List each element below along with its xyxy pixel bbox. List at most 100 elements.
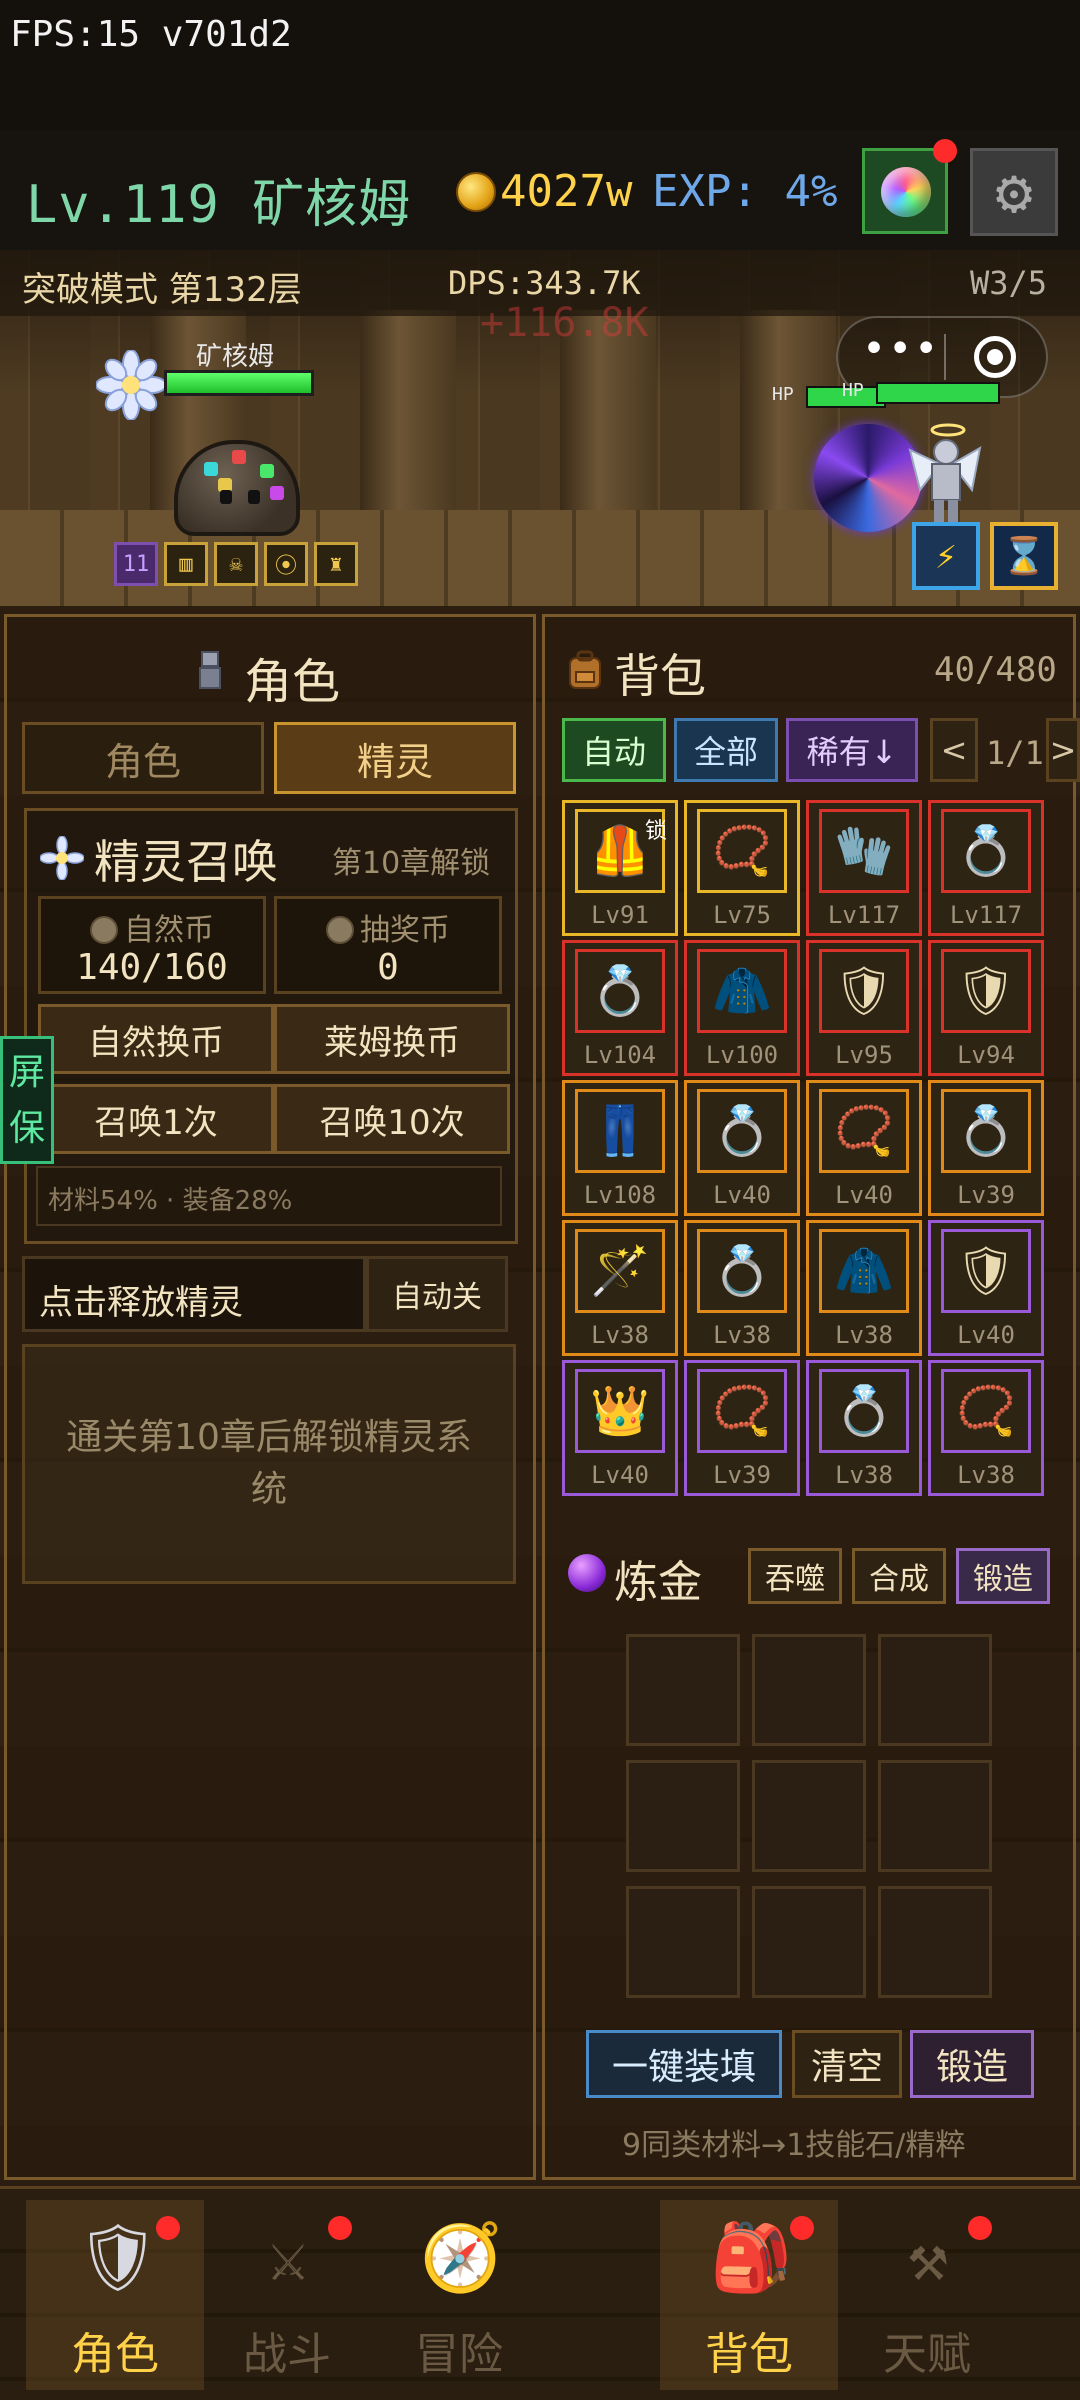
speed-boost-button[interactable]: ⚡ [912, 522, 980, 590]
inventory-item[interactable]: 🛡 Lv95 [806, 940, 922, 1076]
auto-toggle-button[interactable]: 自动关 [366, 1256, 508, 1332]
more-menu-icon[interactable]: ••• [862, 326, 940, 372]
wave-label: W3/5 [970, 264, 1048, 302]
ring-icon: 💍 [956, 1103, 1016, 1159]
tab-spirit[interactable]: 精灵 [274, 722, 516, 794]
inventory-item[interactable]: 💍 Lv38 [684, 1220, 800, 1356]
alchemy-slot[interactable] [878, 1886, 992, 1998]
inventory-item[interactable]: 📿 Lv39 [684, 1360, 800, 1496]
item-level: Lv40 [835, 1181, 893, 1209]
inventory-item[interactable]: 🪄 Lv38 [562, 1220, 678, 1356]
inventory-item[interactable]: 💍 Lv104 [562, 940, 678, 1076]
inventory-item[interactable]: 🧥 Lv100 [684, 940, 800, 1076]
enemy-hp-label: HP [842, 380, 864, 401]
cape-icon: 🧥 [834, 1243, 894, 1299]
item-frame: 📿 [941, 1369, 1031, 1453]
gear-icon: ⚙ [995, 155, 1033, 228]
inventory-item[interactable]: 💍 Lv39 [928, 1080, 1044, 1216]
ring-icon: 💍 [712, 1243, 772, 1299]
prev-page-button[interactable]: < [930, 718, 978, 782]
nav-item-bag[interactable]: 🎒 背包 [660, 2200, 838, 2390]
spirit-summon-title: 精灵召唤 [94, 835, 278, 889]
inventory-item[interactable]: 📿 Lv40 [806, 1080, 922, 1216]
settings-button[interactable]: ⚙ [970, 148, 1058, 236]
nature-coin-box: 自然币 140/160 [38, 896, 266, 994]
item-level: Lv108 [583, 1181, 657, 1209]
nav-item-adventure[interactable]: 🧭 冒险 [370, 2200, 548, 2390]
sort-rarity-button[interactable]: 稀有↓ [786, 718, 918, 782]
alchemy-slot[interactable] [752, 1760, 866, 1872]
clear-button[interactable]: 清空 [792, 2030, 902, 2098]
backpack-small-icon [569, 650, 601, 689]
inventory-item[interactable]: 🛡 Lv40 [928, 1220, 1044, 1356]
inventory-item[interactable]: 💍 Lv40 [684, 1080, 800, 1216]
filter-all-button[interactable]: 全部 [674, 718, 778, 782]
alchemy-slot[interactable] [626, 1760, 740, 1872]
auto-idle-button[interactable]: ⌛ [990, 522, 1058, 590]
item-frame: 📿 [697, 809, 787, 893]
item-frame: 💍 [697, 1089, 787, 1173]
combine-button[interactable]: 合成 [852, 1548, 946, 1604]
filter-auto-button[interactable]: 自动 [562, 718, 666, 782]
backpack-icon: 🎒 [710, 2219, 793, 2296]
nature-coin-icon [90, 916, 118, 944]
nav-label: 冒险 [415, 2329, 503, 2380]
alchemy-slot[interactable] [626, 1886, 740, 1998]
summon-once-button[interactable]: 召唤1次 [38, 1084, 274, 1154]
inventory-item[interactable]: 💍 Lv38 [806, 1360, 922, 1496]
alchemy-slot[interactable] [626, 1634, 740, 1746]
notification-dot [328, 2216, 352, 2240]
item-level: Lv38 [713, 1321, 771, 1349]
nav-label: 角色 [71, 2329, 159, 2380]
amulet-icon: 📿 [956, 1383, 1016, 1439]
item-frame: 📿 [819, 1089, 909, 1173]
release-spirit-button[interactable]: 点击释放精灵 [22, 1256, 366, 1332]
chest-armor-icon: 🦺 [590, 823, 650, 879]
screensaver-button[interactable]: 屏保 [0, 1036, 54, 1164]
inventory-item[interactable]: 🦺 Lv91 锁 [562, 800, 678, 936]
inventory-item[interactable]: 👖 Lv108 [562, 1080, 678, 1216]
close-target-icon[interactable] [974, 336, 1016, 378]
item-frame: 🧤 [819, 809, 909, 893]
nav-item-battle[interactable]: ⚔ 战斗 [198, 2200, 376, 2390]
item-frame: 📿 [697, 1369, 787, 1453]
slime-exchange-button[interactable]: 莱姆换币 [274, 1004, 510, 1074]
chest-armor-icon: 🛡 [833, 963, 895, 1019]
inventory-item[interactable]: 🧥 Lv38 [806, 1220, 922, 1356]
nature-exchange-button[interactable]: 自然换币 [38, 1004, 274, 1074]
next-page-button[interactable]: > [1046, 718, 1080, 782]
nav-item-role[interactable]: 🛡 角色 [26, 2200, 204, 2390]
item-frame: 💍 [575, 949, 665, 1033]
notification-dot [968, 2216, 992, 2240]
forge-tab-button[interactable]: 锻造 [956, 1548, 1050, 1604]
role-panel-title: 角色 [244, 654, 341, 710]
item-frame: 🧥 [697, 949, 787, 1033]
inventory-item[interactable]: 🧤 Lv117 [806, 800, 922, 936]
alchemy-slot[interactable] [878, 1634, 992, 1746]
item-frame: 👖 [575, 1089, 665, 1173]
alchemy-orb-icon [568, 1554, 606, 1592]
sword-icon: ⚔ [268, 2219, 308, 2296]
inventory-item[interactable]: 🛡 Lv94 [928, 940, 1044, 1076]
alchemy-slot[interactable] [752, 1886, 866, 1998]
forge-button[interactable]: 锻造 [910, 2030, 1034, 2098]
tab-role[interactable]: 角色 [22, 722, 264, 794]
knight-icon: 🛡 [76, 2219, 160, 2296]
inventory-item[interactable]: 💍 Lv117 [928, 800, 1044, 936]
rainbow-orb-button[interactable] [862, 139, 957, 234]
spirit-flower-icon [40, 836, 84, 880]
alchemy-slot[interactable] [878, 1760, 992, 1872]
lottery-coin-label: 抽奖币 [360, 913, 450, 948]
auto-fill-button[interactable]: 一键装填 [586, 2030, 782, 2098]
inventory-item[interactable]: 📿 Lv38 [928, 1360, 1044, 1496]
alchemy-slot[interactable] [752, 1634, 866, 1746]
hourglass-icon: ⌛ [1001, 536, 1047, 577]
summon-ten-button[interactable]: 召唤10次 [274, 1084, 510, 1154]
item-frame: 🪄 [575, 1229, 665, 1313]
item-frame: 👑 [575, 1369, 665, 1453]
flower-spirit-icon [96, 350, 166, 420]
devour-button[interactable]: 吞噬 [748, 1548, 842, 1604]
inventory-item[interactable]: 👑 Lv40 [562, 1360, 678, 1496]
nav-item-talent[interactable]: ⚒ 天赋 [838, 2200, 1016, 2390]
inventory-item[interactable]: 📿 Lv75 [684, 800, 800, 936]
